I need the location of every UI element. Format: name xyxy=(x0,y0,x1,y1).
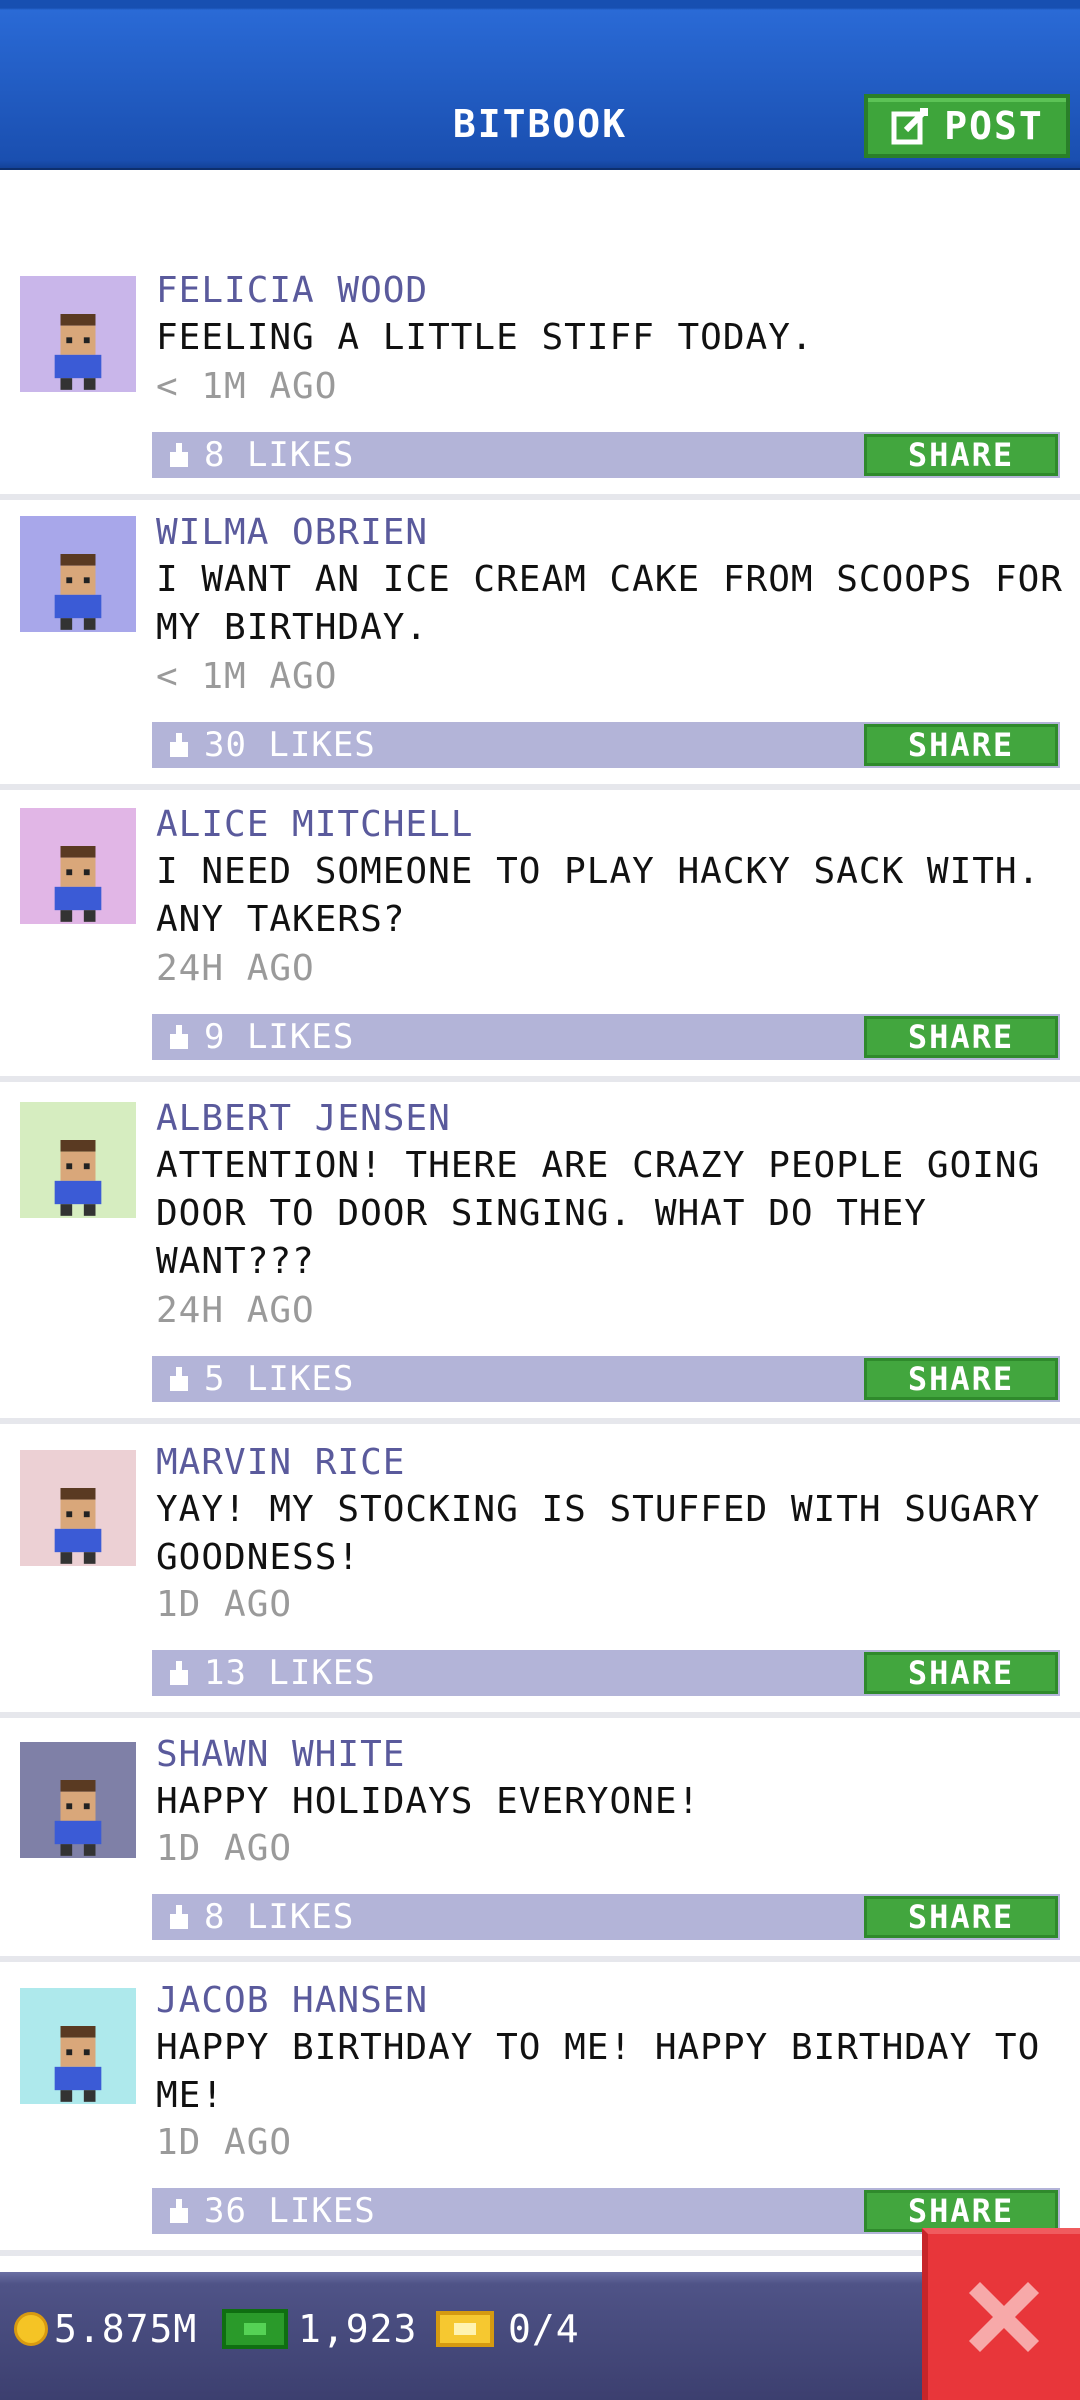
like-bar: 5 LIKES SHARE xyxy=(152,1356,1060,1402)
share-button[interactable]: SHARE xyxy=(864,1358,1058,1400)
post-author: ALICE MITCHELL xyxy=(156,804,474,845)
like-count: 5 LIKES xyxy=(204,1359,355,1399)
post-author: MARVIN RICE xyxy=(156,1442,406,1483)
post-time: 24H AGO xyxy=(156,1290,315,1331)
like-count: 9 LIKES xyxy=(204,1017,355,1057)
post-button-label: POST xyxy=(944,104,1044,148)
divider xyxy=(0,1076,1080,1082)
post-text: I NEED SOMEONE TO PLAY HACKY SACK WITH. … xyxy=(156,851,1041,940)
divider xyxy=(0,2250,1080,2256)
avatar xyxy=(20,808,136,924)
like-bar: 30 LIKES SHARE xyxy=(152,722,1060,768)
person-icon xyxy=(54,1140,102,1216)
header: BITBOOK POST xyxy=(0,0,1080,170)
post-text: HAPPY HOLIDAYS EVERYONE! xyxy=(156,1781,701,1822)
like-bar: 8 LIKES SHARE xyxy=(152,1894,1060,1940)
post-time: 1D AGO xyxy=(156,1828,293,1869)
divider xyxy=(0,494,1080,500)
avatar xyxy=(20,276,136,392)
coins-value: 5.875M xyxy=(54,2307,198,2351)
post-time: 1D AGO xyxy=(156,2122,293,2163)
post-button[interactable]: POST xyxy=(864,94,1070,158)
thumbs-up-icon[interactable] xyxy=(164,730,194,760)
post-time: < 1M AGO xyxy=(156,366,338,407)
like-bar: 8 LIKES SHARE xyxy=(152,432,1060,478)
post-time: < 1M AGO xyxy=(156,656,338,697)
post-text: FEELING A LITTLE STIFF TODAY. xyxy=(156,317,814,358)
bux-icon xyxy=(222,2309,288,2349)
avatar xyxy=(20,516,136,632)
person-icon xyxy=(54,554,102,630)
tickets-display: 0/4 xyxy=(436,2304,580,2354)
avatar xyxy=(20,1102,136,1218)
coins-display: 5.875M xyxy=(14,2304,197,2354)
person-icon xyxy=(54,1488,102,1564)
divider xyxy=(0,784,1080,790)
person-icon xyxy=(54,1780,102,1856)
like-bar: 13 LIKES SHARE xyxy=(152,1650,1060,1696)
share-button[interactable]: SHARE xyxy=(864,2190,1058,2232)
person-icon xyxy=(54,314,102,390)
post-text: ATTENTION! THERE ARE CRAZY PEOPLE GOING … xyxy=(156,1145,1041,1282)
post-time: 24H AGO xyxy=(156,948,315,989)
like-count: 36 LIKES xyxy=(204,2191,376,2231)
thumbs-up-icon[interactable] xyxy=(164,440,194,470)
like-bar: 9 LIKES SHARE xyxy=(152,1014,1060,1060)
divider xyxy=(0,1418,1080,1424)
share-button[interactable]: SHARE xyxy=(864,1652,1058,1694)
divider xyxy=(0,1956,1080,1962)
post-author: SHAWN WHITE xyxy=(156,1734,406,1775)
post-author: FELICIA WOOD xyxy=(156,270,429,311)
share-button[interactable]: SHARE xyxy=(864,1896,1058,1938)
close-icon xyxy=(968,2281,1040,2353)
close-button[interactable] xyxy=(922,2228,1080,2400)
divider xyxy=(0,1712,1080,1718)
bux-display: 1,923 xyxy=(222,2304,417,2354)
edit-icon xyxy=(891,108,929,145)
coin-icon xyxy=(14,2312,48,2346)
thumbs-up-icon[interactable] xyxy=(164,1902,194,1932)
post-author: WILMA OBRIEN xyxy=(156,512,429,553)
post-author: JACOB HANSEN xyxy=(156,1980,429,2021)
share-button[interactable]: SHARE xyxy=(864,724,1058,766)
person-icon xyxy=(54,846,102,922)
like-count: 8 LIKES xyxy=(204,435,355,475)
currency-bar: 5.875M 1,923 0/4 xyxy=(0,2272,1080,2400)
person-icon xyxy=(54,2026,102,2102)
share-button[interactable]: SHARE xyxy=(864,1016,1058,1058)
share-button[interactable]: SHARE xyxy=(864,434,1058,476)
post-text: I WANT AN ICE CREAM CAKE FROM SCOOPS FOR… xyxy=(156,559,1063,648)
avatar xyxy=(20,1988,136,2104)
thumbs-up-icon[interactable] xyxy=(164,1364,194,1394)
like-count: 8 LIKES xyxy=(204,1897,355,1937)
post-text: HAPPY BIRTHDAY TO ME! HAPPY BIRTHDAY TO … xyxy=(156,2027,1041,2116)
avatar xyxy=(20,1742,136,1858)
post-time: 1D AGO xyxy=(156,1584,293,1625)
thumbs-up-icon[interactable] xyxy=(164,2196,194,2226)
bux-value: 1,923 xyxy=(298,2307,418,2351)
post-text: YAY! MY STOCKING IS STUFFED WITH SUGARY … xyxy=(156,1489,1041,1578)
ticket-icon xyxy=(436,2311,494,2347)
avatar xyxy=(20,1450,136,1566)
like-count: 30 LIKES xyxy=(204,725,376,765)
post-author: ALBERT JENSEN xyxy=(156,1098,451,1139)
tickets-value: 0/4 xyxy=(508,2307,580,2351)
like-count: 13 LIKES xyxy=(204,1653,376,1693)
thumbs-up-icon[interactable] xyxy=(164,1022,194,1052)
thumbs-up-icon[interactable] xyxy=(164,1658,194,1688)
